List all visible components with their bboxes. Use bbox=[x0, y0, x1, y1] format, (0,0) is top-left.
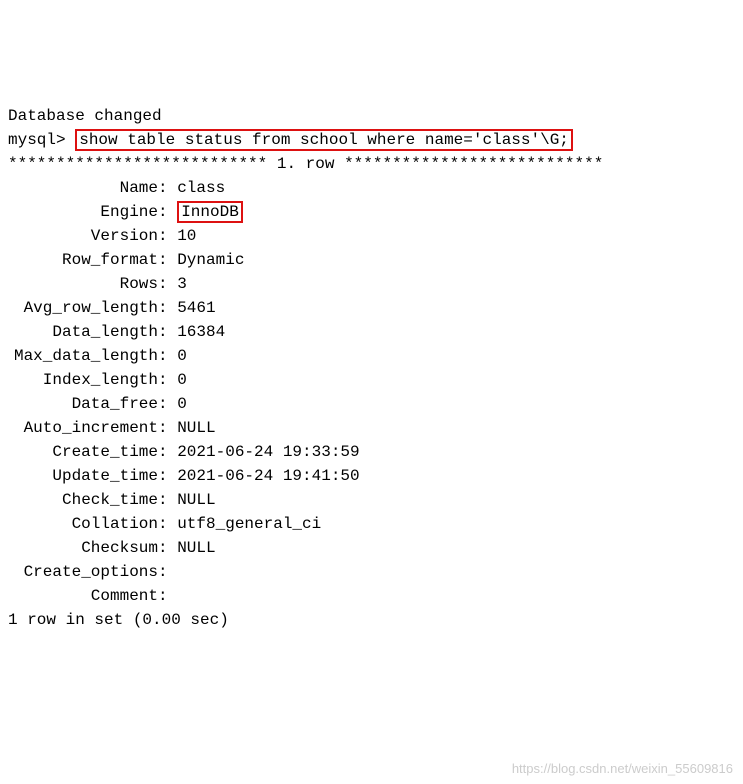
mysql-prompt: mysql> bbox=[8, 131, 66, 149]
field-create-time: Create_time: 2021-06-24 19:33:59 bbox=[8, 440, 735, 464]
field-create-options: Create_options: bbox=[8, 560, 735, 584]
field-comment: Comment: bbox=[8, 584, 735, 608]
watermark: https://blog.csdn.net/weixin_55609816 bbox=[512, 759, 733, 779]
field-checksum: Checksum: NULL bbox=[8, 536, 735, 560]
field-engine: Engine: InnoDB bbox=[8, 200, 735, 224]
field-avg-row-length: Avg_row_length: 5461 bbox=[8, 296, 735, 320]
field-data-length: Data_length: 16384 bbox=[8, 320, 735, 344]
field-index-length: Index_length: 0 bbox=[8, 368, 735, 392]
field-data-free: Data_free: 0 bbox=[8, 392, 735, 416]
field-version: Version: 10 bbox=[8, 224, 735, 248]
db-status: Database changed bbox=[8, 107, 162, 125]
field-rows: Rows: 3 bbox=[8, 272, 735, 296]
field-check-time: Check_time: NULL bbox=[8, 488, 735, 512]
field-auto-increment: Auto_increment: NULL bbox=[8, 416, 735, 440]
sql-command: show table status from school where name… bbox=[75, 129, 573, 151]
field-max-data-length: Max_data_length: 0 bbox=[8, 344, 735, 368]
row-separator: *************************** 1. row *****… bbox=[8, 152, 735, 176]
field-row-format: Row_format: Dynamic bbox=[8, 248, 735, 272]
footer-result: 1 row in set (0.00 sec) bbox=[8, 611, 229, 629]
field-name: Name: class bbox=[8, 176, 735, 200]
field-collation: Collation: utf8_general_ci bbox=[8, 512, 735, 536]
field-update-time: Update_time: 2021-06-24 19:41:50 bbox=[8, 464, 735, 488]
